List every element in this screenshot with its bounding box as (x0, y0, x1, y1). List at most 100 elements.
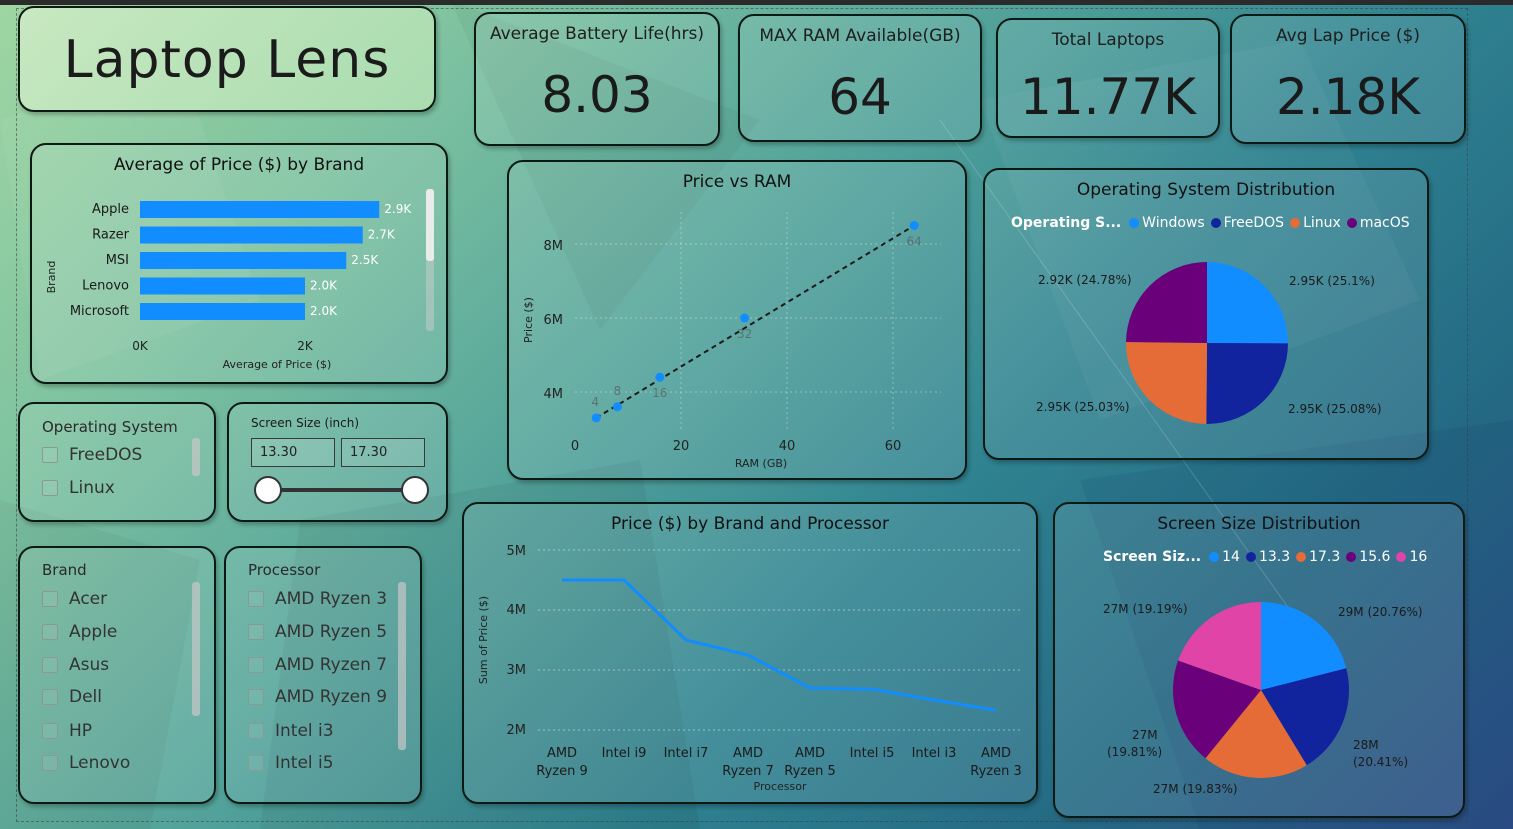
checkbox[interactable] (42, 723, 58, 739)
dashboard-title: Laptop Lens (63, 30, 391, 90)
screen-distribution-card[interactable]: Screen Size Distribution Screen Siz... 1… (1053, 502, 1465, 818)
screen-size-slicer[interactable]: Screen Size (inch) 13.30 17.30 (227, 402, 448, 522)
label-line: AMD (795, 746, 825, 761)
kpi-ram-card[interactable]: MAX RAM Available(GB) 64 (738, 14, 982, 142)
slice-data-label: 2.95K (25.03%) (1036, 400, 1130, 414)
x-axis-label: RAM (GB) (735, 457, 787, 470)
brand-price-bar-chart[interactable]: Brand Average of Price ($) 0K 2K Apple 2.… (32, 145, 446, 382)
slicer-scrollbar[interactable] (398, 582, 406, 750)
x-tick-label: Intel i5 (850, 746, 895, 761)
option-label: AMD Ryzen 5 (275, 622, 388, 642)
slicer-option-linux[interactable]: Linux (42, 478, 115, 498)
checkbox[interactable] (42, 689, 58, 705)
brand-price-chart-card[interactable]: Average of Price ($) by Brand Brand Aver… (30, 143, 448, 384)
slice-data-label: 2.92K (24.78%) (1038, 273, 1132, 287)
label-line: Ryzen 9 (536, 764, 587, 779)
checkbox[interactable] (248, 657, 264, 673)
slicer-option-dell[interactable]: Dell (42, 687, 102, 707)
kpi-total-card[interactable]: Total Laptops 11.77K (996, 18, 1220, 138)
slicer-title: Processor (248, 561, 321, 579)
x-tick-label: 0 (571, 439, 579, 454)
pie-slice (1207, 262, 1288, 344)
slicer-option-freedos[interactable]: FreeDOS (42, 445, 142, 465)
price-line (562, 578, 997, 712)
slicer-option-amd-ryzen-3[interactable]: AMD Ryzen 3 (248, 589, 387, 609)
kpi-label: Total Laptops (1051, 30, 1165, 50)
slicer-scrollbar[interactable] (192, 438, 200, 476)
bar-value-label: 2.5K (351, 253, 379, 267)
checkbox[interactable] (42, 624, 58, 640)
checkbox[interactable] (42, 591, 58, 607)
label-line: AMD (733, 746, 763, 761)
slicer-title: Brand (42, 561, 87, 579)
brand-processor-line-chart[interactable]: 2M 3M 4M 5M Sum of Price ($) Processor A… (464, 504, 1036, 802)
range-slider-min-handle[interactable] (254, 476, 282, 504)
slicer-option-asus[interactable]: Asus (42, 655, 109, 675)
kpi-value: 64 (828, 68, 892, 126)
y-tick-label: 2M (507, 723, 527, 738)
checkbox[interactable] (248, 624, 264, 640)
brand-processor-chart-card[interactable]: Price ($) by Brand and Processor 2M 3M 4… (462, 502, 1038, 804)
slicer-option-apple[interactable]: Apple (42, 622, 117, 642)
point-label: 32 (737, 327, 752, 341)
scatter-point (591, 413, 601, 423)
price-ram-chart-card[interactable]: Price vs RAM 4M 6M 8M 0 20 40 60 RAM (GB… (507, 160, 967, 480)
y-tick-label: 4M (507, 603, 527, 618)
slicer-option-intel-i3[interactable]: Intel i3 (248, 721, 334, 741)
y-axis-label: Price ($) (522, 297, 535, 343)
slicer-option-amd-ryzen-5[interactable]: AMD Ryzen 5 (248, 622, 387, 642)
slicer-scrollbar[interactable] (192, 582, 200, 716)
slice-data-label: 29M (20.76%) (1338, 605, 1423, 619)
bar-category-label: Razer (92, 228, 130, 243)
slicer-option-amd-ryzen-9[interactable]: AMD Ryzen 9 (248, 687, 387, 707)
os-distribution-card[interactable]: Operating System Distribution Operating … (983, 168, 1429, 460)
label-line: Ryzen 7 (722, 764, 773, 779)
x-tick-label: AMD Ryzen 3 (970, 746, 1021, 779)
slice-data-label: 2.95K (25.08%) (1288, 402, 1382, 416)
checkbox[interactable] (248, 591, 264, 607)
kpi-label: Avg Lap Price ($) (1276, 26, 1420, 46)
slicer-title: Screen Size (inch) (251, 416, 360, 430)
option-label: AMD Ryzen 7 (275, 655, 388, 675)
slicer-option-acer[interactable]: Acer (42, 589, 107, 609)
slicer-option-amd-ryzen-7[interactable]: AMD Ryzen 7 (248, 655, 387, 675)
checkbox[interactable] (248, 755, 264, 771)
y-tick-label: 5M (507, 544, 527, 559)
range-slider-track[interactable] (267, 488, 417, 492)
range-slider-max-handle[interactable] (401, 476, 429, 504)
os-slicer[interactable]: Operating System FreeDOS Linux (18, 402, 216, 522)
chart-scrollbar-thumb[interactable] (426, 189, 434, 261)
checkbox[interactable] (248, 689, 264, 705)
x-tick-label: AMD Ryzen 9 (536, 746, 587, 779)
pie-slice (1126, 262, 1207, 343)
price-ram-scatter-chart[interactable]: 4M 6M 8M 0 20 40 60 RAM (GB) Price ($) 4… (509, 162, 965, 478)
screen-pie-chart[interactable]: 29M (20.76%) 27M (19.19%) 27M (19.83%) 2… (1055, 504, 1463, 816)
point-label: 8 (614, 384, 622, 398)
slice-data-label: 28M (20.41%) (1353, 738, 1408, 769)
label-line: Ryzen 3 (970, 764, 1021, 779)
os-pie-chart[interactable]: 2.95K (25.1%) 2.95K (25.08%) 2.95K (25.0… (985, 170, 1427, 458)
y-tick-label: 6M (544, 313, 564, 328)
bar-value-label: 2.0K (310, 279, 338, 293)
x-tick-label: Intel i3 (912, 746, 957, 761)
checkbox[interactable] (42, 480, 58, 496)
slicer-option-lenovo[interactable]: Lenovo (42, 753, 130, 773)
screen-size-min-input[interactable]: 13.30 (251, 438, 335, 467)
kpi-price-card[interactable]: Avg Lap Price ($) 2.18K (1230, 14, 1466, 144)
processor-slicer[interactable]: Processor AMD Ryzen 3 AMD Ryzen 5 AMD Ry… (224, 546, 422, 804)
brand-slicer[interactable]: Brand Acer Apple Asus Dell HP Lenovo (18, 546, 216, 804)
checkbox[interactable] (42, 447, 58, 463)
option-label: Lenovo (69, 753, 131, 773)
checkbox[interactable] (248, 723, 264, 739)
screen-size-max-input[interactable]: 17.30 (341, 438, 425, 467)
slicer-option-hp[interactable]: HP (42, 721, 92, 741)
y-axis-label: Sum of Price ($) (477, 596, 490, 684)
kpi-battery-card[interactable]: Average Battery Life(hrs) 8.03 (474, 12, 720, 146)
bar (140, 277, 305, 295)
y-tick-label: 3M (507, 663, 527, 678)
scatter-point (655, 372, 665, 382)
checkbox[interactable] (42, 755, 58, 771)
slicer-option-intel-i5[interactable]: Intel i5 (248, 753, 334, 773)
checkbox[interactable] (42, 657, 58, 673)
kpi-label: MAX RAM Available(GB) (759, 26, 961, 46)
